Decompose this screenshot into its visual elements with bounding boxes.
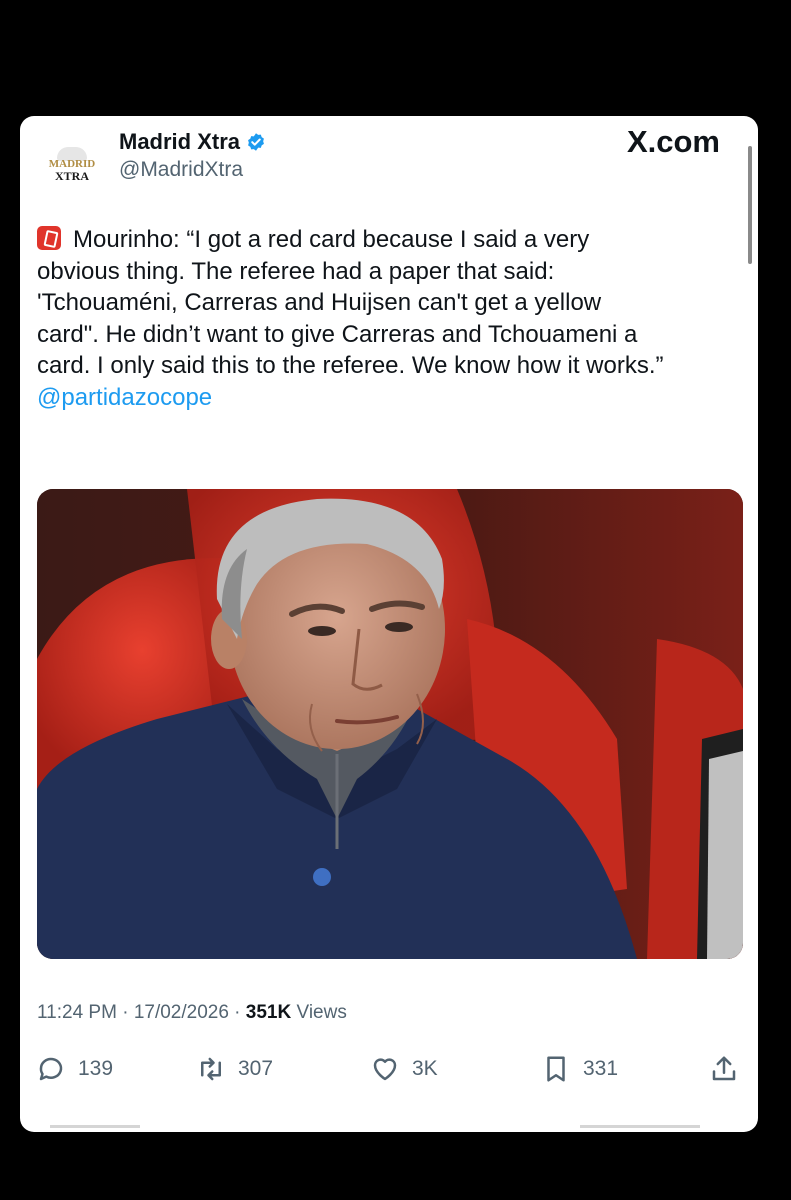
repost-icon [201, 1057, 221, 1081]
reply-button[interactable]: 139 [36, 1054, 113, 1084]
share-icon [712, 1056, 736, 1081]
share-button[interactable] [709, 1054, 751, 1084]
action-bar: 139 307 3K 331 [20, 1054, 758, 1090]
verified-badge-icon [248, 133, 264, 151]
avatar[interactable]: MADRID XTRA [30, 122, 114, 206]
photo-of-man-in-dugout-icon [37, 489, 743, 959]
tweet-text: Mourinho: “I got a red card because I sa… [37, 224, 737, 413]
mention-link[interactable]: @partidazocope [37, 384, 212, 411]
avatar-text-bottom: XTRA [54, 168, 89, 183]
tweet-card: MADRID XTRA Madrid Xtra @MadridXtra X.co… [20, 116, 758, 1132]
avatar-text-top: MADRID [48, 157, 96, 170]
display-name[interactable]: Madrid Xtra [119, 129, 240, 155]
tweet-line-2: obvious thing. The referee had a paper t… [37, 257, 555, 285]
author-handle[interactable]: @MadridXtra [119, 158, 243, 182]
bookmark-icon [547, 1056, 565, 1082]
cropped-row-fragment [580, 1125, 700, 1128]
reply-icon [39, 1057, 63, 1081]
bookmark-count: 331 [583, 1057, 619, 1080]
tweet-line-4: card". He didn’t want to give Carreras a… [37, 320, 638, 348]
tweet-meta: 11:24 PM · 17/02/2026 · 351K Views [37, 1002, 347, 1023]
reply-count: 139 [78, 1057, 114, 1080]
cropped-row-fragment [50, 1125, 140, 1128]
repost-button[interactable]: 307 [196, 1054, 273, 1084]
repost-count: 307 [238, 1057, 274, 1080]
author-name-row: Madrid Xtra [119, 129, 266, 155]
tweet-line-1: Mourinho: “I got a red card because I sa… [73, 226, 590, 253]
views-count: 351K [245, 1002, 292, 1023]
tweet-line-5: card. I only said this to the referee. W… [37, 352, 664, 379]
tweet-date[interactable]: 17/02/2026 [134, 1002, 229, 1023]
like-button[interactable]: 3K [370, 1054, 438, 1084]
tweet-line-3: 'Tchouaméni, Carreras and Huijsen can't … [37, 289, 602, 316]
tweet-time[interactable]: 11:24 PM [37, 1002, 117, 1023]
views-label: Views [296, 1002, 347, 1023]
scrollbar[interactable] [748, 146, 752, 264]
heart-icon [373, 1058, 397, 1081]
tweet-photo[interactable] [37, 489, 743, 959]
red-card-icon [37, 226, 61, 250]
bookmark-button[interactable]: 331 [541, 1054, 618, 1084]
like-count: 3K [412, 1057, 438, 1080]
site-label: X.com [626, 124, 720, 159]
